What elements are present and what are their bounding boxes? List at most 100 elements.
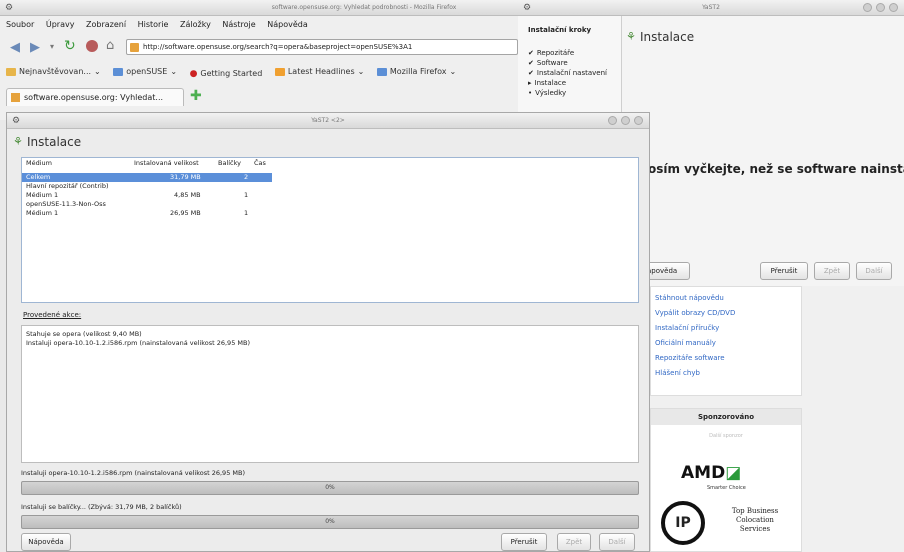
back-button[interactable]: Zpět bbox=[814, 262, 850, 280]
link-bug-report[interactable]: Hlášení chyb bbox=[655, 366, 735, 381]
chevron-down-icon: ⌄ bbox=[94, 67, 101, 76]
amd-tagline: Smarter Choice bbox=[707, 485, 746, 491]
links-box: Stáhnout nápovědu Vypálit obrazy CD/DVD … bbox=[650, 286, 802, 396]
install-icon: ⚘ bbox=[13, 135, 23, 148]
col-time[interactable]: Čas bbox=[254, 158, 266, 169]
bookmark-mozilla-firefox[interactable]: Mozilla Firefox ⌄ bbox=[376, 67, 456, 76]
col-size[interactable]: Instalovaná velikost bbox=[134, 158, 199, 169]
new-tab-icon[interactable]: ✚ bbox=[190, 88, 202, 104]
package-progress-bar: 0% bbox=[21, 481, 639, 495]
tab-title: software.opensuse.org: Vyhledat... bbox=[24, 93, 164, 102]
chevron-down-icon: ⌄ bbox=[357, 67, 365, 76]
browser-tab[interactable]: software.opensuse.org: Vyhledat... bbox=[6, 88, 184, 106]
progress2-label: Instaluji se balíčky... (Zbývá: 31,79 MB… bbox=[21, 503, 182, 511]
menu-nastroje[interactable]: Nástroje bbox=[222, 20, 255, 29]
help-button[interactable]: Nápověda bbox=[21, 533, 71, 551]
yast-icon: ⚙ bbox=[11, 116, 21, 126]
menu-zobrazeni[interactable]: Zobrazení bbox=[86, 20, 126, 29]
steps-title: Instalační kroky bbox=[528, 26, 592, 34]
browser-page-sidebar: Stáhnout nápovědu Vypálit obrazy CD/DVD … bbox=[644, 286, 904, 552]
yast-back-titlebar: ⚙ YaST2 bbox=[518, 0, 904, 16]
minimize-button[interactable] bbox=[863, 3, 872, 12]
menu-napoveda[interactable]: Nápověda bbox=[267, 20, 308, 29]
yast-back-content: ⚘ Instalace osím vyčkejte, než se softwa… bbox=[622, 16, 904, 286]
back-arrow-icon[interactable]: ◀ bbox=[10, 40, 20, 55]
yast-back-heading: Instalace bbox=[640, 30, 695, 44]
stop-icon[interactable] bbox=[86, 40, 98, 52]
navigation-bar: ◀ ▶ ▾ ↻ ⌂ http://software.opensuse.org/s… bbox=[6, 38, 518, 58]
steps-list: ✔ Repozitáře ✔ Software ✔ Instalační nastav… bbox=[528, 48, 607, 98]
wait-message: osím vyčkejte, než se software nainstalu bbox=[648, 162, 904, 176]
folder-icon bbox=[113, 67, 124, 76]
col-packages[interactable]: Balíčky bbox=[218, 158, 241, 169]
browser-titlebar: ⚙ software.opensuse.org: Vyhledat podrob… bbox=[0, 0, 518, 16]
table-header: Médium Instalovaná velikost Balíčky Čas bbox=[22, 158, 292, 169]
reload-icon[interactable]: ↻ bbox=[64, 38, 76, 54]
step-item: • Výsledky bbox=[528, 89, 567, 97]
browser-menubar: Soubor Úpravy Zobrazení Historie Záložky… bbox=[6, 20, 317, 29]
url-text: http://software.opensuse.org/search?q=op… bbox=[143, 43, 413, 51]
ip-text: Top Business Colocation Services bbox=[731, 507, 779, 533]
yast-back-title: YaST2 bbox=[702, 4, 720, 11]
install-icon: ⚘ bbox=[626, 30, 636, 43]
maximize-button[interactable] bbox=[876, 3, 885, 12]
minimize-button[interactable] bbox=[608, 116, 617, 125]
link-repositories[interactable]: Repozitáře software bbox=[655, 351, 735, 366]
menu-historie[interactable]: Historie bbox=[138, 20, 169, 29]
forward-arrow-icon[interactable]: ▶ bbox=[30, 40, 40, 55]
sponsor-box: Sponzorováno Další sponzor AMD◪ Smarter … bbox=[650, 408, 802, 552]
yast-steps-pane: Instalační kroky ✔ Repozitáře ✔ Software ✔… bbox=[518, 16, 622, 124]
progress1-label: Instaluji opera-10.10-1.2.i586.rpm (nain… bbox=[21, 469, 246, 477]
step-item: ✔ Instalační nastavení bbox=[528, 69, 607, 77]
menu-zalozky[interactable]: Záložky bbox=[180, 20, 211, 29]
link-install-guides[interactable]: Instalační příručky bbox=[655, 321, 735, 336]
bookmark-opensuse[interactable]: openSUSE ⌄ bbox=[113, 67, 177, 76]
links-list: Stáhnout nápovědu Vypálit obrazy CD/DVD … bbox=[655, 291, 735, 381]
yast-front-title: YaST2 <2> bbox=[311, 117, 345, 124]
close-button[interactable] bbox=[889, 3, 898, 12]
step-item: ✔ Software bbox=[528, 59, 568, 67]
next-button[interactable]: Další bbox=[599, 533, 635, 551]
table-row[interactable]: Hlavní repozitář (Contrib) bbox=[22, 182, 272, 191]
abort-button[interactable]: Přerušit bbox=[760, 262, 808, 280]
bookmark-latest-headlines[interactable]: Latest Headlines ⌄ bbox=[274, 67, 365, 76]
link-burn-images[interactable]: Vypálit obrazy CD/DVD bbox=[655, 306, 735, 321]
history-dropdown-icon[interactable]: ▾ bbox=[50, 42, 54, 51]
abort-button[interactable]: Přerušit bbox=[501, 533, 547, 551]
table-row[interactable]: Médium 1 4,85 MB 1 bbox=[22, 191, 272, 200]
folder-icon bbox=[376, 67, 387, 76]
maximize-button[interactable] bbox=[621, 116, 630, 125]
back-button[interactable]: Zpět bbox=[557, 533, 591, 551]
chevron-down-icon: ⌄ bbox=[170, 67, 178, 76]
actions-log[interactable]: Stahuje se opera (velikost 9,40 MB) Inst… bbox=[21, 325, 639, 463]
app-icon: ⚙ bbox=[4, 3, 14, 13]
home-icon[interactable]: ⌂ bbox=[106, 38, 114, 53]
table-row[interactable]: Médium 1 26,95 MB 1 bbox=[22, 209, 272, 218]
amd-logo[interactable]: AMD◪ bbox=[681, 463, 741, 483]
step-item: ✔ Repozitáře bbox=[528, 49, 575, 57]
menu-upravy[interactable]: Úpravy bbox=[46, 20, 75, 29]
bookmark-most-visited[interactable]: Nejnavštěvovan... ⌄ bbox=[6, 67, 101, 76]
site-icon bbox=[130, 43, 139, 52]
bookmark-getting-started[interactable]: ● Getting Started bbox=[190, 69, 263, 79]
table-row[interactable]: Celkem 31,79 MB 2 bbox=[22, 173, 272, 182]
log-line: Stahuje se opera (velikost 9,40 MB) bbox=[26, 330, 142, 338]
col-medium[interactable]: Médium bbox=[26, 158, 52, 169]
bookmarks-toolbar: Nejnavštěvovan... ⌄ openSUSE ⌄ ● Getting St… bbox=[6, 67, 466, 79]
table-row[interactable]: openSUSE-11.3-Non-Oss bbox=[22, 200, 272, 209]
ip-logo[interactable]: IP bbox=[661, 501, 705, 545]
folder-icon bbox=[6, 67, 16, 76]
next-button[interactable]: Další bbox=[856, 262, 892, 280]
yast-icon: ⚙ bbox=[522, 3, 532, 13]
actions-label: Provedené akce: bbox=[23, 311, 82, 319]
url-bar[interactable]: http://software.opensuse.org/search?q=op… bbox=[126, 39, 518, 55]
menu-soubor[interactable]: Soubor bbox=[6, 20, 34, 29]
yast-front-titlebar: ⚙ YaST2 <2> bbox=[7, 113, 649, 129]
link-download-help[interactable]: Stáhnout nápovědu bbox=[655, 291, 735, 306]
media-table[interactable]: Médium Instalovaná velikost Balíčky Čas … bbox=[21, 157, 639, 303]
sponsor-title: Sponzorováno bbox=[651, 409, 801, 425]
close-button[interactable] bbox=[634, 116, 643, 125]
log-line: Instaluji opera-10.10-1.2.i586.rpm (nain… bbox=[26, 339, 251, 347]
browser-window: ⚙ software.opensuse.org: Vyhledat podrob… bbox=[0, 0, 518, 120]
link-official-manuals[interactable]: Oficiální manuály bbox=[655, 336, 735, 351]
